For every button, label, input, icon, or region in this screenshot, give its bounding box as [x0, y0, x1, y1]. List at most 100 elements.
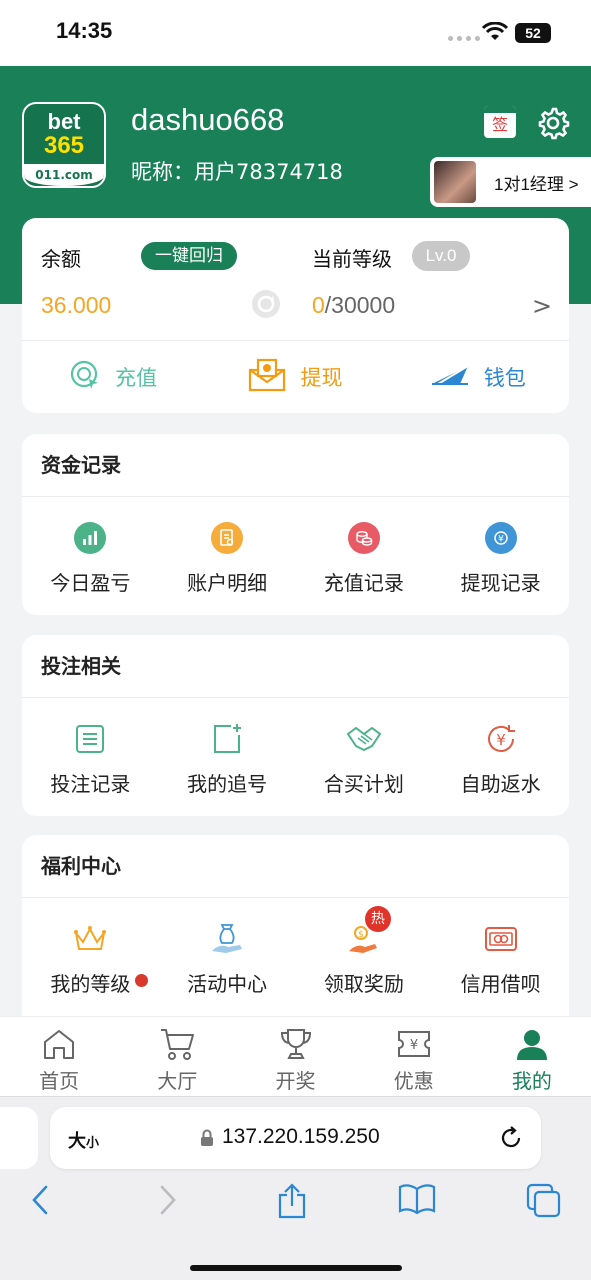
tab-label: 开奖: [275, 1069, 316, 1093]
tab-mine[interactable]: 我的: [473, 1017, 591, 1096]
recharge-button[interactable]: 充值: [22, 341, 204, 413]
balance-label: 余额: [41, 247, 81, 271]
status-time: 14:35: [56, 18, 113, 43]
logo-line1: bet: [47, 109, 81, 134]
tab-label: 优惠: [393, 1069, 434, 1093]
tab-label: 首页: [39, 1069, 80, 1093]
funds-section: 资金记录 今日盈亏 账户明细 充值记录 ¥ 提现记录: [22, 434, 569, 615]
wallet-label: 钱包: [483, 366, 526, 390]
withdraw-record-button[interactable]: ¥ 提现记录: [432, 497, 569, 614]
withdraw-icon: [248, 358, 286, 397]
previous-tab-preview[interactable]: [0, 1107, 38, 1169]
withdraw-label: 提现: [300, 366, 343, 390]
withdraw-record-icon: ¥: [484, 521, 517, 555]
recharge-record-icon: [347, 521, 380, 555]
grid-item-label: 今日盈亏: [50, 571, 131, 595]
balance-value: 36.000: [41, 292, 112, 318]
status-bar: 14:35 52: [0, 0, 591, 66]
home-indicator: [190, 1265, 402, 1271]
add-chase-icon: [211, 722, 243, 756]
tab-label: 大厅: [157, 1069, 198, 1093]
bet365-logo: bet 365 011.com: [22, 102, 106, 188]
self-rebate-button[interactable]: ¥ 自助返水: [432, 698, 569, 815]
one-click-recall-button[interactable]: 一键回归: [141, 242, 237, 270]
level-current: 0: [312, 292, 325, 318]
logo-line2: 365: [43, 132, 85, 159]
grid-item-label: 信用借呗: [460, 972, 541, 996]
username: dashuo668: [131, 102, 285, 137]
credit-loan-button[interactable]: 信用借呗: [432, 898, 569, 1015]
section-title: 资金记录: [41, 453, 121, 477]
personal-manager-button[interactable]: 1对1经理 >: [430, 157, 591, 207]
url-text: 137.220.159.250: [222, 1125, 380, 1148]
forward-icon[interactable]: [156, 1183, 180, 1221]
activity-center-button[interactable]: 活动中心: [159, 898, 296, 1015]
tab-draw[interactable]: 开奖: [236, 1017, 354, 1096]
my-level-button[interactable]: 我的等级: [22, 898, 159, 1015]
tab-label: 我的: [511, 1069, 552, 1093]
credit-card-icon: [484, 922, 518, 956]
wallet-icon: [430, 362, 470, 393]
trophy-icon: [279, 1027, 313, 1061]
account-detail-icon: [211, 521, 244, 555]
tab-lobby[interactable]: 大厅: [118, 1017, 236, 1096]
sign-in-calendar-icon[interactable]: 签: [484, 106, 516, 138]
account-detail-button[interactable]: 账户明细: [159, 497, 296, 614]
recharge-record-button[interactable]: 充值记录: [296, 497, 433, 614]
hot-badge: 热: [364, 906, 391, 932]
bookmarks-icon[interactable]: [398, 1183, 436, 1219]
address-bar[interactable]: 大小 137.220.159.250: [50, 1107, 541, 1169]
tabs-icon[interactable]: [526, 1183, 562, 1223]
signal-icon: [448, 36, 480, 41]
grid-item-label: 领取奖励: [323, 972, 404, 996]
current-level-label: 当前等级: [312, 247, 392, 271]
grid-item-label: 活动中心: [187, 972, 268, 996]
group-buy-plan-button[interactable]: 合买计划: [296, 698, 433, 815]
level-badge: Lv.0: [412, 241, 470, 271]
bet-list-icon: [75, 722, 105, 756]
nickname: 昵称：用户78374718: [131, 160, 343, 184]
bet-record-button[interactable]: 投注记录: [22, 698, 159, 815]
refresh-balance-icon[interactable]: [252, 290, 280, 318]
battery-icon: 52: [515, 23, 551, 43]
browser-toolbar: 大小 137.220.159.250: [0, 1096, 591, 1280]
tab-home[interactable]: 首页: [0, 1017, 118, 1096]
gear-icon[interactable]: [536, 106, 570, 144]
svg-text:¥: ¥: [410, 1038, 418, 1053]
manager-label: 1对1经理 >: [494, 174, 579, 194]
reload-icon[interactable]: [498, 1125, 524, 1155]
recharge-icon: [69, 359, 101, 396]
level-arrow-icon[interactable]: >: [532, 292, 552, 320]
yen-refund-icon: ¥: [484, 722, 518, 756]
svg-text:$: $: [358, 930, 364, 940]
crown-icon: [73, 922, 107, 956]
withdraw-button[interactable]: 提现: [204, 341, 386, 413]
share-icon[interactable]: [277, 1183, 307, 1223]
welfare-section: 福利中心 我的等级 活动中心 $ 热 领取奖励 信用借呗: [22, 835, 569, 1016]
gift-hand-icon: [210, 922, 244, 956]
reward-hand-icon: $ 热: [347, 906, 391, 956]
my-level-label: 我的等级: [50, 972, 131, 996]
level-target: /30000: [324, 292, 396, 318]
grid-item-label: 充值记录: [323, 571, 404, 595]
level-progress: 0/30000: [312, 292, 395, 319]
bets-section: 投注相关 投注记录 我的追号 合买计划 ¥ 自助返水: [22, 635, 569, 816]
coupon-icon: ¥: [397, 1027, 431, 1061]
sign-label: 签: [491, 115, 508, 134]
size-small-label: 小: [86, 1136, 100, 1151]
balance-actions: 充值 提现 钱包: [22, 341, 569, 413]
text-size-button[interactable]: 大小: [68, 1127, 99, 1153]
wallet-button[interactable]: 钱包: [387, 341, 569, 413]
tab-promotions[interactable]: ¥ 优惠: [355, 1017, 473, 1096]
my-chase-button[interactable]: 我的追号: [159, 698, 296, 815]
profit-chart-icon: [74, 521, 107, 555]
svg-text:¥: ¥: [496, 731, 506, 749]
handshake-icon: [346, 722, 382, 756]
today-profit-button[interactable]: 今日盈亏: [22, 497, 159, 614]
home-icon: [42, 1027, 76, 1061]
section-title: 福利中心: [41, 854, 121, 878]
section-title: 投注相关: [41, 654, 121, 678]
grid-item-label: 我的等级: [50, 968, 149, 997]
back-icon[interactable]: [28, 1183, 52, 1221]
claim-reward-button[interactable]: $ 热 领取奖励: [296, 898, 433, 1015]
